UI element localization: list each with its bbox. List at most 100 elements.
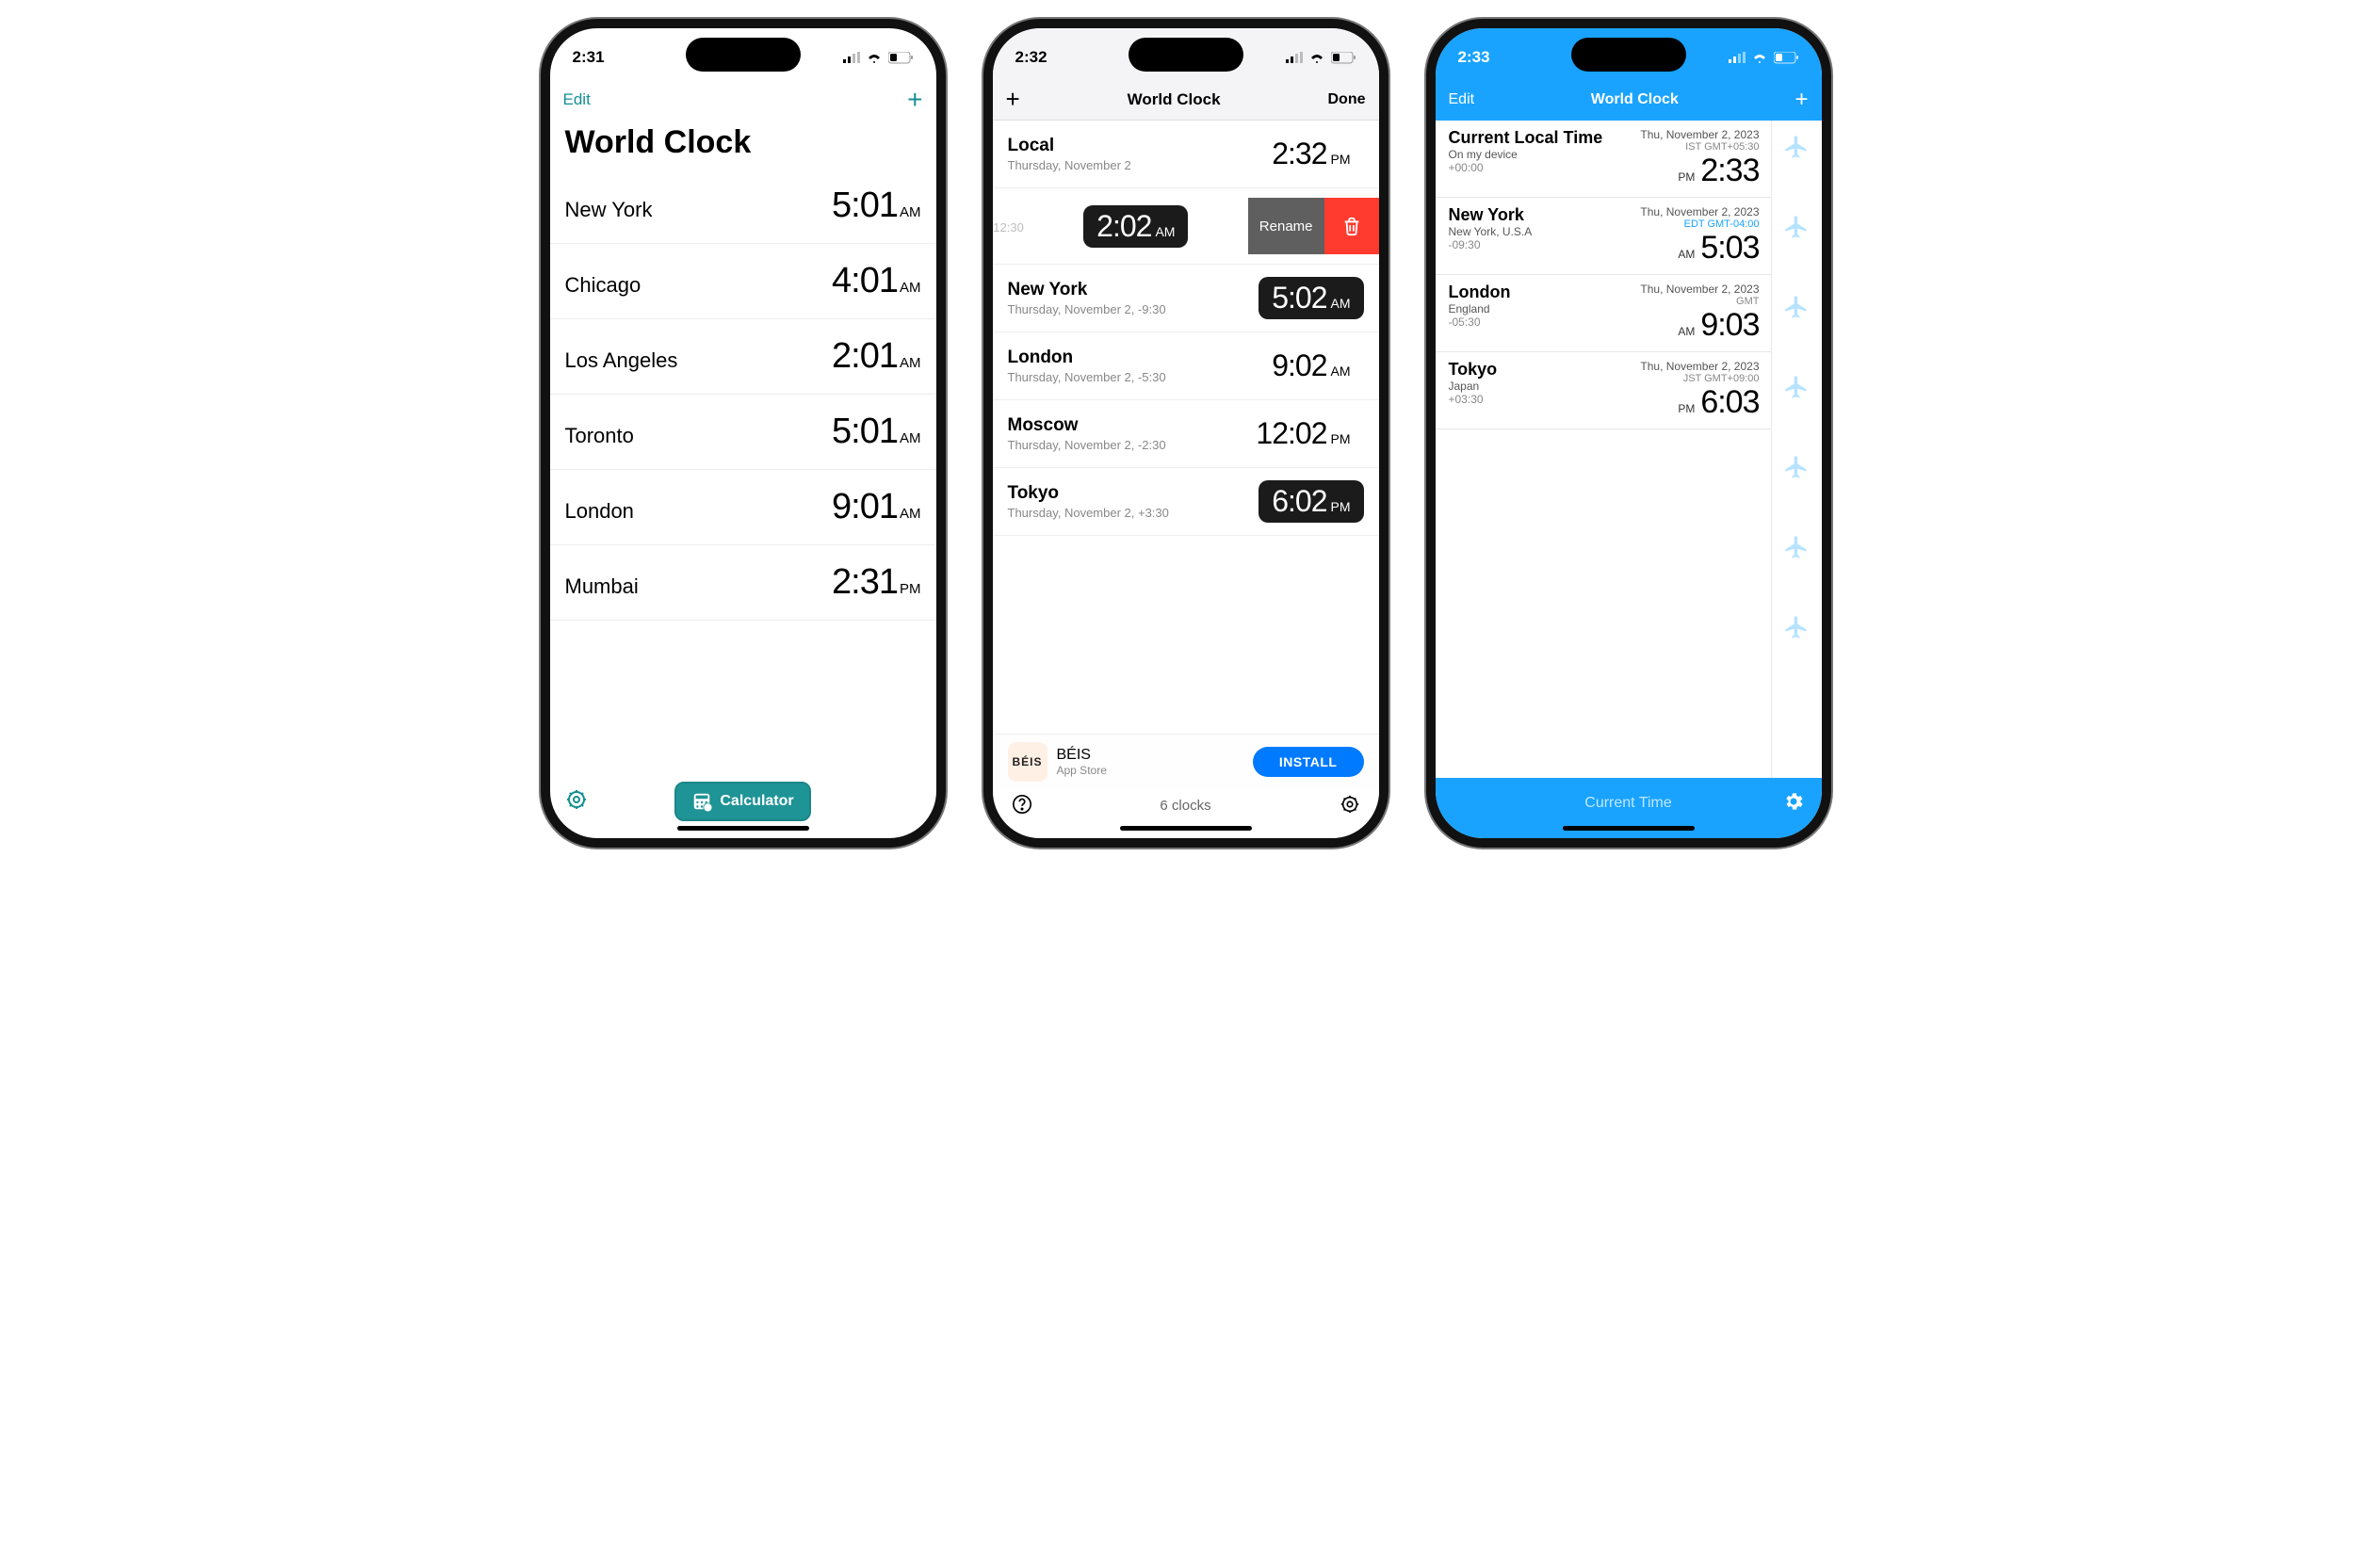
- ampm-label: AM: [900, 355, 921, 371]
- dynamic-island: [1571, 38, 1686, 72]
- ad-store-label: App Store: [1057, 764, 1107, 777]
- ampm-label: PM: [1678, 402, 1695, 415]
- done-button[interactable]: Done: [1328, 91, 1366, 108]
- ampm-label: AM: [1331, 296, 1351, 311]
- footer-label: Current Time: [1584, 795, 1671, 812]
- time-label: 9:01: [832, 487, 898, 526]
- plane-icon[interactable]: [1783, 294, 1810, 325]
- tz-label: EDT GMT-04:00: [1684, 218, 1760, 230]
- status-indicators: [843, 52, 914, 64]
- time-label: 6:03: [1700, 384, 1759, 421]
- delete-button[interactable]: [1324, 198, 1379, 254]
- city-label: Moscow: [1008, 415, 1166, 436]
- clock-list[interactable]: Local Thursday, November 2 2:32 PM 2, -12:30…: [993, 121, 1379, 838]
- cellular-icon: [1729, 52, 1746, 63]
- clock-row[interactable]: LondonEngland-05:30Thu, November 2, 2023…: [1436, 275, 1771, 352]
- plane-icon[interactable]: [1783, 214, 1810, 245]
- settings-gear-icon[interactable]: [1782, 790, 1805, 817]
- sub-label: New York, U.S.A: [1449, 225, 1533, 238]
- calculator-button[interactable]: Calculator: [674, 782, 810, 821]
- city-label: New York: [1449, 205, 1533, 225]
- plane-icon[interactable]: [1783, 374, 1810, 405]
- time-label: 2:02: [1096, 209, 1151, 244]
- cellular-icon: [843, 52, 860, 63]
- ampm-label: AM: [1678, 248, 1695, 261]
- time-label: 9:03: [1700, 307, 1759, 344]
- time-label: 5:01: [832, 186, 898, 225]
- edit-button[interactable]: Edit: [1449, 91, 1475, 108]
- battery-icon: [888, 52, 914, 64]
- clock-row[interactable]: Current Local TimeOn my device+00:00Thu,…: [1436, 121, 1771, 198]
- rename-button[interactable]: Rename: [1248, 198, 1324, 254]
- time-label: 2:32: [1272, 137, 1326, 171]
- dynamic-island: [1129, 38, 1243, 72]
- ampm-label: AM: [1678, 325, 1695, 338]
- clock-row[interactable]: LondonThursday, November 2, -5:309:02AM: [993, 332, 1379, 400]
- ampm-label: PM: [1331, 152, 1351, 167]
- calculator-icon: [691, 791, 712, 812]
- sub-label: Thursday, November 2, +3:30: [1008, 506, 1169, 520]
- calculator-label: Calculator: [720, 793, 793, 810]
- wifi-icon: [1751, 52, 1768, 64]
- nav-bar: Edit World Clock +: [1436, 79, 1822, 121]
- clock-row[interactable]: Mumbai2:31PM: [550, 545, 936, 621]
- settings-gear-icon[interactable]: [1340, 794, 1360, 817]
- phone-1: 2:31 Edit + World Clock New York5:01AMCh…: [541, 19, 946, 848]
- clock-row[interactable]: New YorkNew York, U.S.A-09:30Thu, Novemb…: [1436, 198, 1771, 275]
- offset-label: +03:30: [1449, 393, 1498, 406]
- offset-label: -09:30: [1449, 238, 1533, 251]
- plane-icon[interactable]: [1783, 134, 1810, 165]
- nav-bar: Edit +: [550, 79, 936, 121]
- time-label: 5:01: [832, 412, 898, 451]
- battery-icon: [1331, 52, 1356, 64]
- ad-app-name: BÉIS: [1057, 747, 1107, 764]
- help-icon[interactable]: [1012, 794, 1032, 817]
- plane-icon[interactable]: [1783, 534, 1810, 565]
- clock-row[interactable]: New York 5:01AM: [550, 169, 936, 244]
- city-label: New York: [565, 198, 653, 222]
- page-title: World Clock: [1591, 91, 1679, 108]
- clock-row[interactable]: New YorkThursday, November 2, -9:305:02A…: [993, 265, 1379, 332]
- ad-app-icon: BÉIS: [1008, 742, 1047, 782]
- nav-bar: + World Clock Done: [993, 79, 1379, 121]
- tz-label: GMT: [1736, 296, 1759, 307]
- page-title: World Clock: [550, 121, 936, 169]
- clock-row[interactable]: Local Thursday, November 2 2:32 PM: [993, 121, 1379, 188]
- settings-gear-icon[interactable]: [565, 788, 588, 816]
- clock-row[interactable]: London9:01AM: [550, 470, 936, 545]
- clock-row[interactable]: MoscowThursday, November 2, -2:3012:02PM: [993, 400, 1379, 468]
- clock-list[interactable]: Current Local TimeOn my device+00:00Thu,…: [1436, 121, 1771, 778]
- sub-label: Thursday, November 2: [1008, 158, 1131, 172]
- city-label: Chicago: [565, 273, 641, 298]
- phone-2: 2:32 + World Clock Done Local Thursday, N…: [983, 19, 1388, 848]
- footer-bar: 6 clocks: [993, 788, 1379, 825]
- plane-icon[interactable]: [1783, 454, 1810, 485]
- clock-row[interactable]: 2, -12:302:02AMRename: [993, 188, 1379, 265]
- city-label: Local: [1008, 136, 1131, 156]
- ampm-label: AM: [900, 204, 921, 220]
- clock-row[interactable]: Los Angeles2:01AM: [550, 319, 936, 395]
- battery-icon: [1774, 52, 1799, 64]
- clock-row[interactable]: TokyoThursday, November 2, +3:306:02PM: [993, 468, 1379, 536]
- page-title: World Clock: [1128, 90, 1221, 109]
- edit-button[interactable]: Edit: [563, 90, 591, 109]
- clock-list[interactable]: New York5:01AMChicago4:01AMLos Angeles2:…: [550, 169, 936, 838]
- plane-icon[interactable]: [1783, 614, 1810, 645]
- add-button[interactable]: +: [1794, 87, 1808, 113]
- dynamic-island: [686, 38, 801, 72]
- add-button[interactable]: +: [1006, 85, 1020, 114]
- ampm-label: PM: [1331, 431, 1351, 446]
- clock-row[interactable]: Toronto5:01AM: [550, 395, 936, 470]
- footer-bar: Current Time: [1436, 778, 1822, 838]
- install-button[interactable]: INSTALL: [1253, 747, 1364, 777]
- clock-row[interactable]: Chicago4:01AM: [550, 244, 936, 319]
- add-button[interactable]: +: [907, 87, 922, 113]
- sub-label: 2, -12:30: [993, 220, 1024, 234]
- plane-column: [1771, 121, 1822, 778]
- time-label: 5:03: [1700, 230, 1759, 267]
- clock-row[interactable]: TokyoJapan+03:30Thu, November 2, 2023JST…: [1436, 352, 1771, 429]
- time-label: 2:01: [832, 336, 898, 376]
- ad-banner[interactable]: BÉIS BÉIS App Store INSTALL: [993, 734, 1379, 789]
- sub-label: England: [1449, 302, 1511, 315]
- time-label: 2:31: [832, 562, 898, 602]
